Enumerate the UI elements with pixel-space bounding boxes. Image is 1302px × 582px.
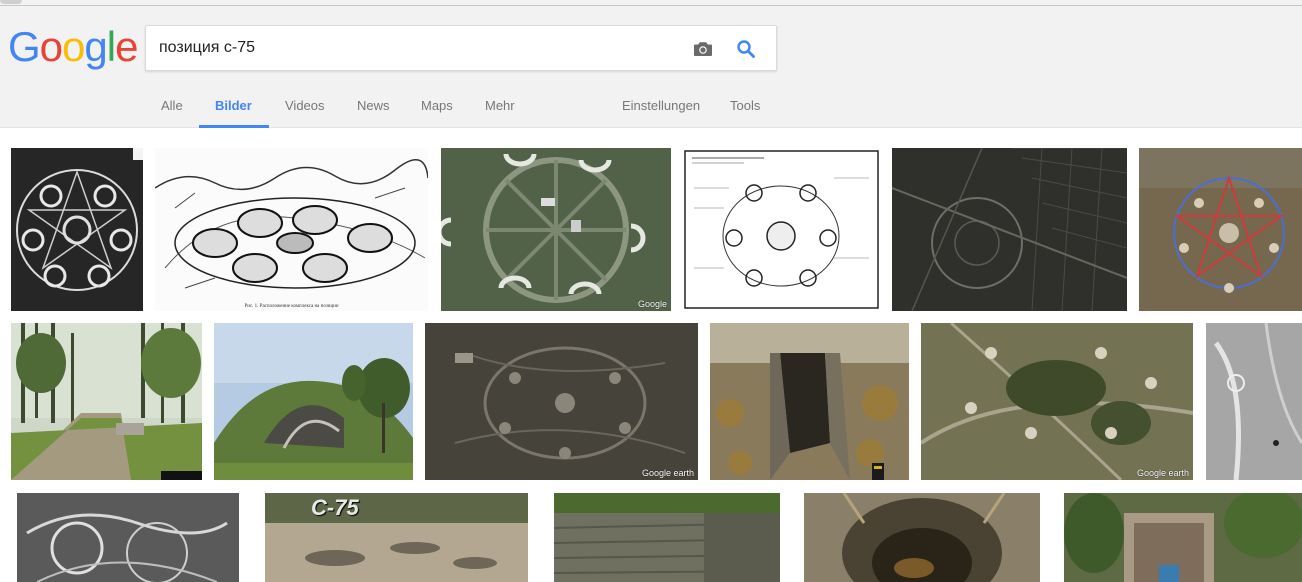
image-result[interactable]: Рис. 1. Расположение комплекса на позици…	[155, 148, 428, 311]
image-watermark: Google	[637, 299, 667, 309]
search-box	[145, 25, 777, 71]
pentagram-schematic-image	[11, 148, 143, 311]
search-icon[interactable]	[734, 37, 758, 61]
ruined-bunker-photo-image	[1064, 493, 1302, 582]
logo-letter: o	[62, 23, 85, 70]
bunker-photo-image	[214, 323, 413, 480]
logo-letter: e	[115, 23, 138, 70]
logo-letter: G	[8, 23, 41, 70]
satellite-star-overlay-image	[1139, 148, 1302, 311]
tab-bilder[interactable]: Bilder	[215, 98, 252, 113]
tab-news[interactable]: News	[357, 98, 390, 113]
header: Google Alle Bilder Videos News Maps Mehr…	[0, 0, 1302, 128]
tab-einstellungen[interactable]: Einstellungen	[622, 98, 700, 113]
battalion-diagram-image	[684, 150, 879, 309]
concrete-wall-photo-image	[554, 493, 780, 582]
image-result[interactable]	[684, 148, 879, 311]
image-result[interactable]	[11, 323, 202, 480]
trench-photo-image	[710, 323, 909, 480]
satellite-forest-site-image	[425, 323, 698, 480]
well-photo-image	[804, 493, 1040, 582]
satellite-green-site-image	[441, 148, 671, 311]
image-result[interactable]: Google earth	[425, 323, 698, 480]
logo-letter: g	[84, 23, 107, 70]
satellite-grayscale-image	[1206, 323, 1302, 480]
satellite-dark-town-image	[892, 148, 1127, 311]
tab-alle[interactable]: Alle	[161, 98, 183, 113]
image-watermark: Google earth	[641, 468, 694, 478]
s75-aerial-photo-image	[265, 493, 528, 582]
camera-icon[interactable]	[691, 37, 715, 61]
image-result[interactable]	[554, 493, 780, 582]
top-bar-dot	[0, 0, 22, 4]
image-result[interactable]	[804, 493, 1040, 582]
image-result[interactable]: С-75	[265, 493, 528, 582]
image-result[interactable]: Google	[441, 148, 671, 311]
tab-maps[interactable]: Maps	[421, 98, 453, 113]
aerial-grayscale-photo-image	[17, 493, 239, 582]
logo-letter: l	[106, 23, 116, 70]
tab-mehr[interactable]: Mehr	[485, 98, 515, 113]
tab-tools[interactable]: Tools	[730, 98, 760, 113]
image-results-grid: Рис. 1. Расположение комплекса на позици…	[0, 128, 1302, 582]
launch-site-drawing-image	[155, 148, 428, 311]
image-result[interactable]: Google earth	[921, 323, 1193, 480]
image-result[interactable]	[1139, 148, 1302, 311]
image-result[interactable]	[1064, 493, 1302, 582]
image-result[interactable]	[710, 323, 909, 480]
search-tabs: Alle Bilder Videos News Maps Mehr Einste…	[0, 90, 1302, 128]
google-logo[interactable]: Google	[8, 22, 138, 72]
image-result[interactable]	[892, 148, 1127, 311]
image-title-overlay: С-75	[311, 495, 359, 520]
image-watermark: Google earth	[1136, 468, 1189, 478]
search-input[interactable]	[159, 35, 679, 61]
tab-videos[interactable]: Videos	[285, 98, 325, 113]
image-result[interactable]	[214, 323, 413, 480]
top-divider	[0, 5, 1302, 6]
satellite-olive-site-image	[921, 323, 1193, 480]
image-result[interactable]	[11, 148, 143, 311]
image-caption: Рис. 1. Расположение комплекса на позици…	[244, 304, 339, 309]
logo-letter: o	[39, 23, 63, 70]
image-result[interactable]	[1206, 323, 1302, 480]
image-result[interactable]	[17, 493, 239, 582]
forest-road-photo-image	[11, 323, 202, 480]
